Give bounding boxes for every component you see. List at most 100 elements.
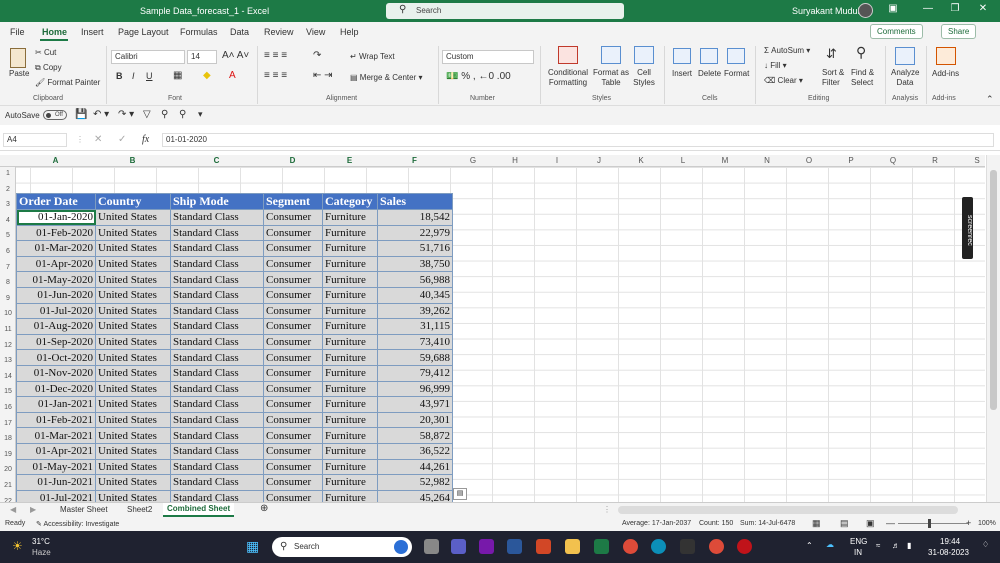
cancel-icon[interactable]: ✕ (94, 134, 102, 145)
search-box[interactable]: ⚲ Search (386, 3, 624, 19)
table-cell[interactable]: United States (95, 255, 171, 273)
table-cell[interactable]: United States (95, 209, 171, 226)
collapse-ribbon-icon[interactable]: ⌃ (986, 94, 994, 105)
table-cell[interactable]: Consumer (263, 396, 323, 413)
row-header[interactable]: 12 (0, 342, 15, 349)
font-name-select[interactable]: Calibri (111, 50, 185, 64)
table-cell[interactable]: Standard Class (170, 489, 264, 502)
table-cell[interactable]: 45,264 (377, 489, 453, 502)
column-header[interactable]: M (704, 156, 746, 165)
tab-data[interactable]: Data (230, 27, 249, 37)
table-cell[interactable]: Standard Class (170, 442, 264, 460)
column-header[interactable]: J (578, 156, 620, 165)
file-explorer-icon[interactable] (565, 539, 580, 554)
conditional-formatting-label[interactable]: Conditional Formatting (546, 68, 590, 88)
teams-icon[interactable] (451, 539, 466, 554)
row-header[interactable]: 6 (0, 248, 15, 255)
table-cell[interactable]: Consumer (263, 427, 323, 444)
close-icon[interactable]: ✕ (975, 3, 991, 14)
filter-icon[interactable]: ▽ (143, 109, 151, 120)
column-header[interactable]: A (16, 156, 95, 165)
table-cell[interactable]: Furniture (322, 489, 378, 502)
table-cell[interactable]: Standard Class (170, 364, 264, 382)
row-header[interactable]: 18 (0, 435, 15, 442)
table-cell[interactable]: United States (95, 364, 171, 382)
column-header[interactable]: E (322, 156, 377, 165)
currency-icon[interactable]: 💵 % , ←0 .00 (446, 71, 511, 82)
copy-button[interactable]: ⧉ Copy (35, 63, 62, 73)
sheet-options-icon[interactable]: ⋮ (603, 505, 611, 514)
table-cell[interactable]: 01-Aug-2020 (16, 318, 96, 335)
battery-icon[interactable]: ▮ (907, 541, 911, 550)
zoom-slider[interactable] (898, 523, 968, 524)
table-cell[interactable]: 01-Jan-2021 (16, 396, 96, 413)
table-cell[interactable]: Consumer (263, 302, 323, 320)
format-as-table-label[interactable]: Format as Table (591, 68, 631, 88)
column-header[interactable]: D (263, 156, 322, 165)
format-as-table-icon[interactable] (601, 46, 621, 64)
table-cell[interactable]: 01-May-2020 (16, 271, 96, 288)
table-cell[interactable]: United States (95, 427, 171, 444)
row-header[interactable]: 10 (0, 310, 15, 317)
table-cell[interactable]: Furniture (322, 474, 378, 491)
accessibility-status[interactable]: ✎ Accessibility: Investigate (36, 520, 119, 528)
table-cell[interactable]: Standard Class (170, 209, 264, 226)
row-header[interactable]: 7 (0, 264, 15, 271)
table-cell[interactable]: 56,988 (377, 271, 453, 288)
row-header[interactable]: 1 (0, 170, 15, 177)
volume-icon[interactable]: ♬ (892, 541, 900, 550)
table-cell[interactable]: Standard Class (170, 271, 264, 288)
column-header[interactable]: O (788, 156, 830, 165)
table-header-cell[interactable]: Segment (263, 193, 323, 210)
analyze-data-label[interactable]: Analyze Data (891, 68, 919, 88)
table-cell[interactable]: Standard Class (170, 411, 264, 429)
table-cell[interactable]: United States (95, 442, 171, 460)
name-box[interactable]: A4 (3, 133, 67, 147)
tray-overflow-icon[interactable]: ⌃ (806, 541, 813, 550)
column-header[interactable]: Q (872, 156, 914, 165)
fill-color-icon[interactable]: ◆ (203, 70, 211, 81)
number-format-select[interactable]: Custom (442, 50, 534, 64)
table-cell[interactable]: Furniture (322, 286, 378, 304)
column-header[interactable]: F (377, 156, 452, 165)
row-header[interactable]: 2 (0, 186, 15, 193)
table-cell[interactable]: Consumer (263, 489, 323, 502)
table-cell[interactable]: United States (95, 349, 171, 366)
table-cell[interactable]: Furniture (322, 255, 378, 273)
merge-center-button[interactable]: ▤ Merge & Center ▾ (350, 73, 423, 82)
formula-input[interactable]: 01-01-2020 (162, 133, 994, 147)
insert-cells-icon[interactable] (673, 48, 691, 64)
onedrive-icon[interactable]: ☁ (826, 540, 834, 549)
table-cell[interactable]: Consumer (263, 209, 323, 226)
share-button[interactable]: Share (941, 24, 977, 39)
customize-qat-icon[interactable]: ▾ (198, 109, 203, 120)
table-cell[interactable]: 51,716 (377, 240, 453, 257)
table-cell[interactable]: Furniture (322, 302, 378, 320)
onenote-icon[interactable] (479, 539, 494, 554)
table-cell[interactable]: 01-Apr-2020 (16, 255, 96, 273)
zoom-in-button[interactable]: + (966, 518, 971, 528)
table-cell[interactable]: Furniture (322, 209, 378, 226)
comments-button[interactable]: Comments (870, 24, 923, 39)
table-cell[interactable]: Consumer (263, 380, 323, 398)
page-break-view-icon[interactable]: ▣ (866, 518, 875, 529)
table-cell[interactable]: 01-Jun-2021 (16, 474, 96, 491)
table-cell[interactable]: 58,872 (377, 427, 453, 444)
table-cell[interactable]: Standard Class (170, 396, 264, 413)
table-cell[interactable]: United States (95, 489, 171, 502)
next-sheet-icon[interactable]: ▶ (30, 505, 36, 514)
column-header[interactable]: B (95, 156, 170, 165)
format-cells-label[interactable]: Format (724, 69, 749, 78)
delete-cells-label[interactable]: Delete (698, 69, 721, 78)
find-select-icon[interactable]: ⚲ (856, 44, 866, 61)
table-cell[interactable]: United States (95, 302, 171, 320)
table-cell[interactable]: 01-May-2021 (16, 458, 96, 476)
table-cell[interactable]: 01-Oct-2020 (16, 349, 96, 366)
table-cell[interactable]: 01-Mar-2020 (16, 240, 96, 257)
cell-styles-label[interactable]: Cell Styles (628, 68, 660, 88)
add-ins-icon[interactable] (936, 47, 956, 65)
cell-styles-icon[interactable] (634, 46, 654, 64)
row-header[interactable]: 21 (0, 482, 15, 489)
tab-formulas[interactable]: Formulas (180, 27, 218, 37)
borders-icon[interactable]: ▦ (173, 70, 182, 81)
